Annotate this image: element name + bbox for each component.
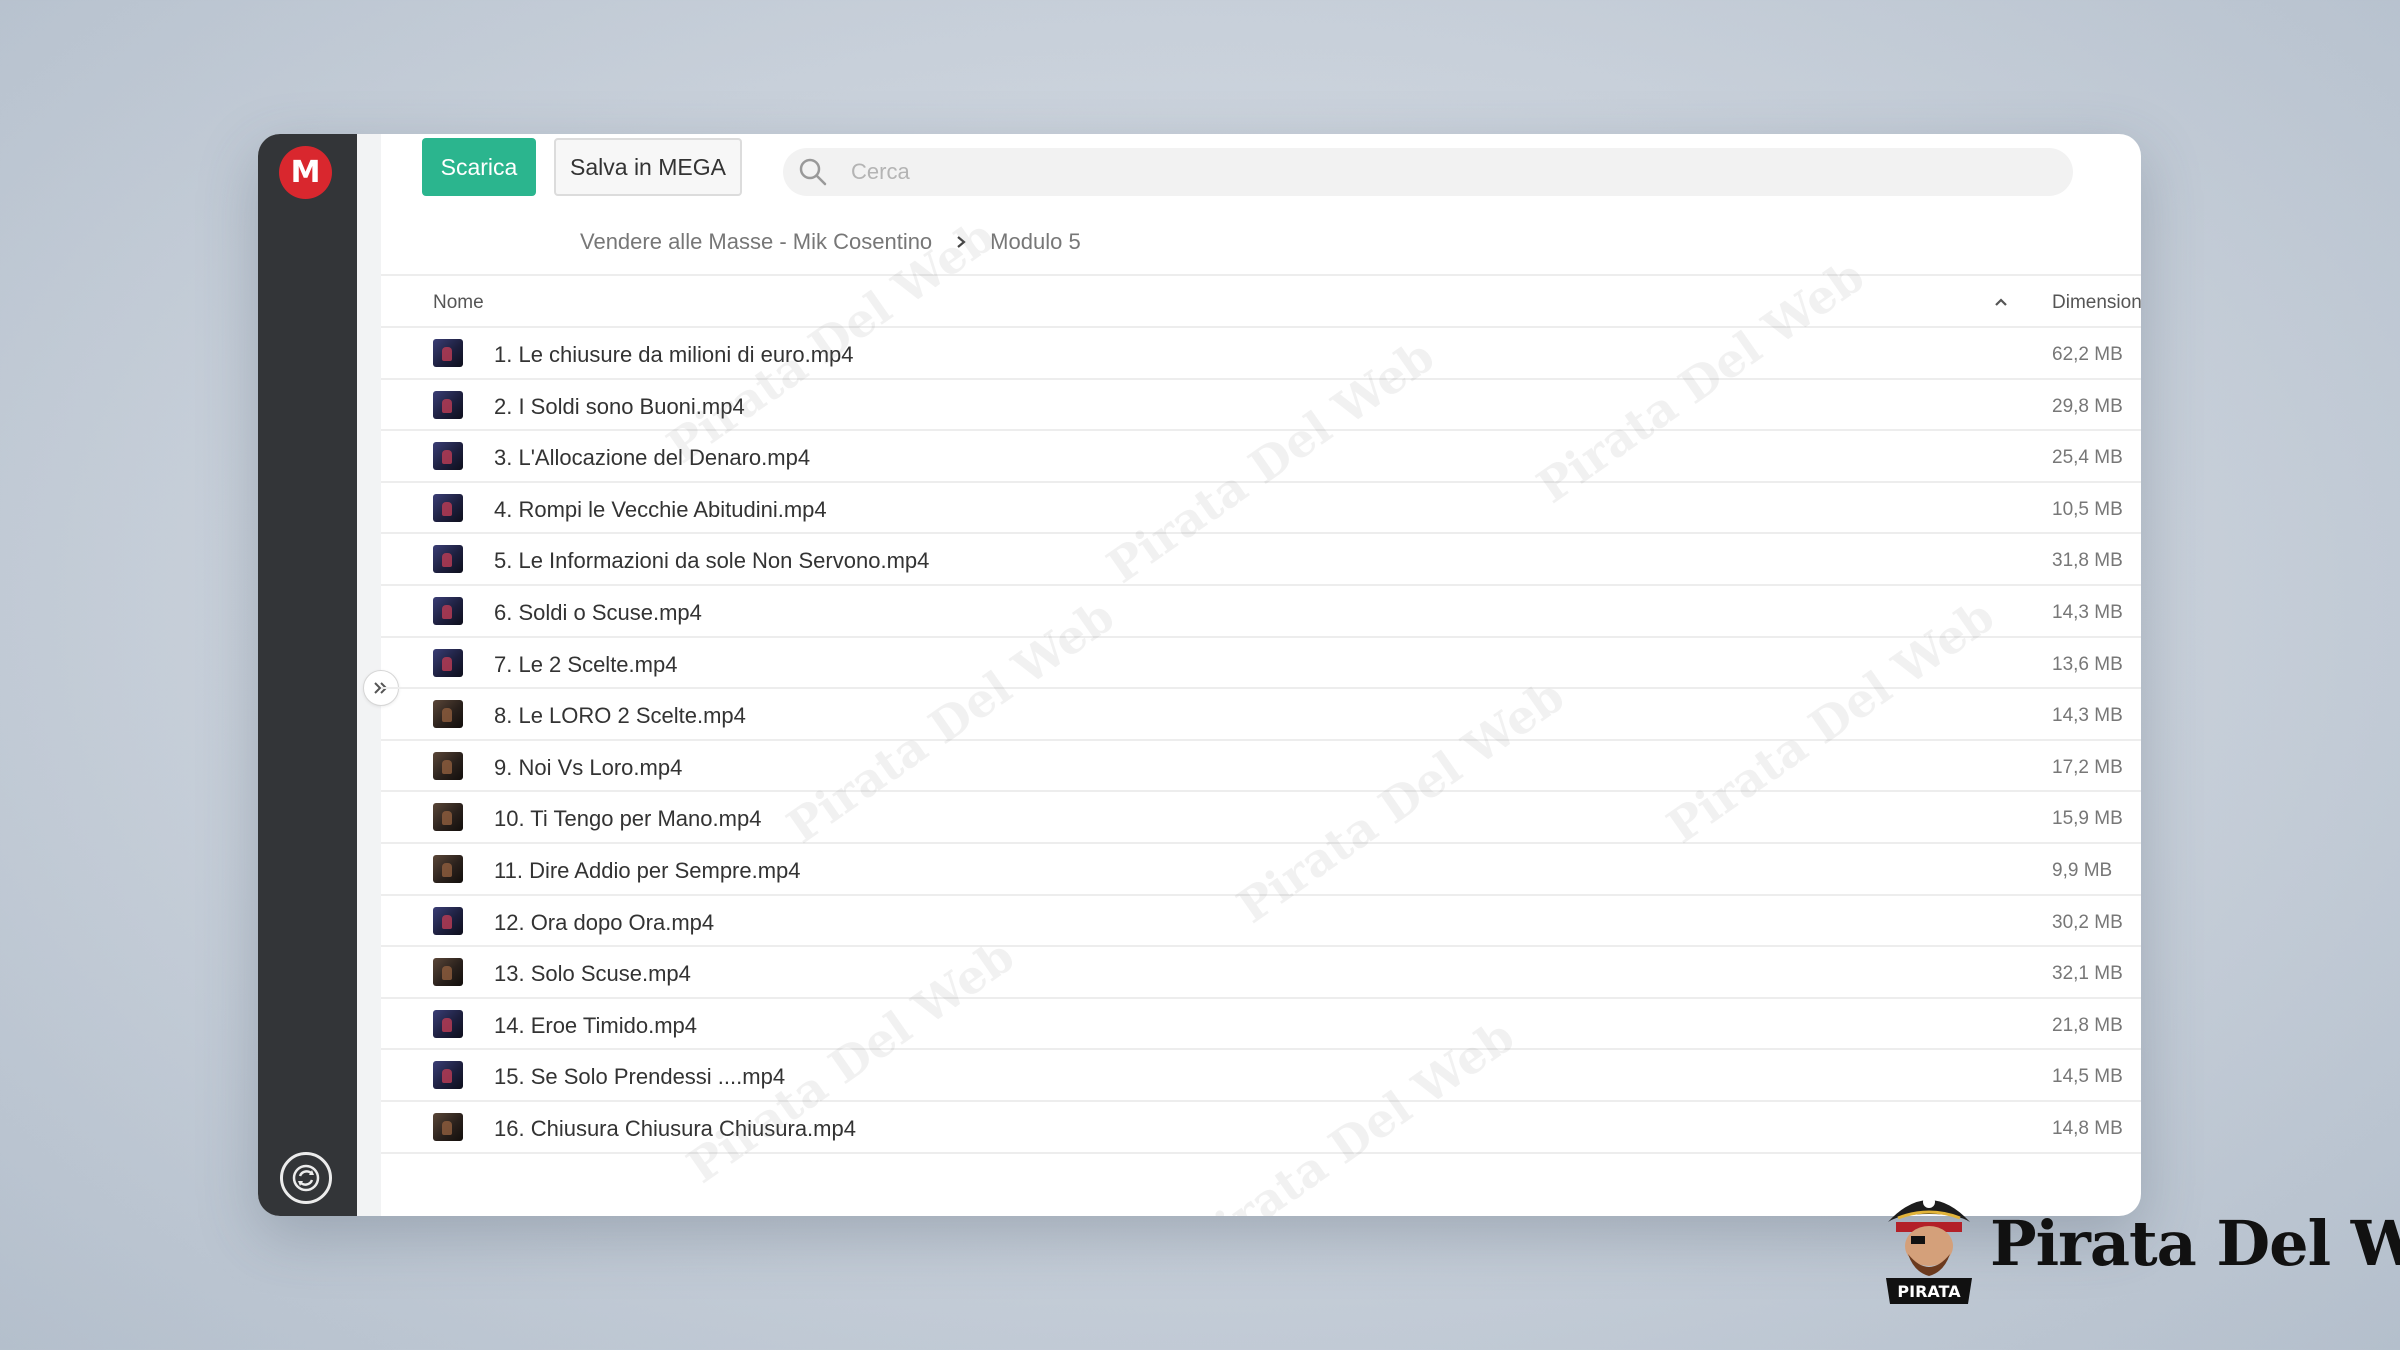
breadcrumb-current[interactable]: Modulo 5	[990, 229, 1081, 255]
table-row[interactable]: 11. Dire Addio per Sempre.mp4 9,9 MB Vid…	[381, 844, 2141, 896]
file-size: 10,5 MB	[2052, 498, 2123, 520]
mega-logo-icon[interactable]: M	[279, 146, 332, 199]
table-row[interactable]: 1. Le chiusure da milioni di euro.mp4 62…	[381, 328, 2141, 380]
brand-watermark-text: Pirata Del Web	[1990, 1207, 2400, 1280]
table-row[interactable]: 10. Ti Tengo per Mano.mp4 15,9 MB Video …	[381, 792, 2141, 844]
file-size: 13,6 MB	[2052, 653, 2123, 675]
file-name: 12. Ora dopo Ora.mp4	[494, 909, 715, 935]
file-name: 11. Dire Addio per Sempre.mp4	[494, 857, 801, 883]
file-name: 7. Le 2 Scelte.mp4	[494, 651, 678, 677]
file-size: 62,2 MB	[2052, 344, 2123, 365]
file-name: 3. L'Allocazione del Denaro.mp4	[494, 445, 811, 471]
video-thumbnail-icon	[433, 648, 463, 677]
file-size: 32,1 MB	[2052, 963, 2123, 985]
file-name: 4. Rompi le Vecchie Abitudini.mp4	[494, 496, 827, 522]
table-row[interactable]: 16. Chiusura Chiusura Chiusura.mp4 14,8 …	[381, 1102, 2141, 1154]
file-name: 2. I Soldi sono Buoni.mp4	[494, 393, 745, 419]
video-thumbnail-icon	[433, 906, 463, 935]
search-icon	[797, 156, 829, 188]
file-size: 14,8 MB	[2052, 1117, 2123, 1139]
video-thumbnail-icon	[433, 596, 463, 625]
video-thumbnail-icon	[433, 958, 463, 987]
chevron-up-icon[interactable]	[1991, 292, 2011, 312]
table-row[interactable]: 2. I Soldi sono Buoni.mp4 29,8 MB Video …	[381, 380, 2141, 432]
file-list: 1. Le chiusure da milioni di euro.mp4 62…	[381, 328, 2141, 1154]
pirate-logo-icon: PIRATA	[1886, 1196, 1972, 1304]
breadcrumb-parent[interactable]: Vendere alle Masse - Mik Cosentino	[580, 229, 932, 255]
video-thumbnail-icon	[433, 700, 463, 729]
column-header-name[interactable]: Nome	[433, 292, 484, 314]
column-header-size[interactable]: Dimensione	[2052, 292, 2141, 314]
video-thumbnail-icon	[433, 751, 463, 780]
video-thumbnail-icon	[433, 854, 463, 883]
file-size: 14,3 MB	[2052, 601, 2123, 623]
file-size: 14,3 MB	[2052, 705, 2123, 727]
table-row[interactable]: 4. Rompi le Vecchie Abitudini.mp4 10,5 M…	[381, 483, 2141, 535]
breadcrumb: Vendere alle Masse - Mik Cosentino Modul…	[580, 222, 1081, 262]
video-thumbnail-icon	[433, 339, 463, 367]
save-to-mega-button[interactable]: Salva in MEGA	[554, 138, 742, 196]
video-thumbnail-icon	[433, 390, 463, 419]
file-size: 9,9 MB	[2052, 859, 2113, 881]
video-thumbnail-icon	[433, 1112, 463, 1141]
search-bar[interactable]	[783, 148, 2073, 196]
file-size: 15,9 MB	[2052, 808, 2123, 830]
file-name: 1. Le chiusure da milioni di euro.mp4	[494, 342, 854, 367]
table-row[interactable]: 3. L'Allocazione del Denaro.mp4 25,4 MB …	[381, 431, 2141, 483]
file-name: 8. Le LORO 2 Scelte.mp4	[494, 703, 746, 729]
file-size: 14,5 MB	[2052, 1066, 2123, 1088]
sync-status-icon[interactable]	[280, 1152, 332, 1204]
video-thumbnail-icon	[433, 442, 463, 471]
chevron-right-icon	[954, 234, 968, 250]
file-size: 17,2 MB	[2052, 756, 2123, 778]
file-name: 6. Soldi o Scuse.mp4	[494, 599, 702, 625]
file-name: 15. Se Solo Prendessi ....mp4	[494, 1064, 786, 1090]
video-thumbnail-icon	[433, 1061, 463, 1090]
sidebar: M	[258, 134, 357, 1216]
file-size: 31,8 MB	[2052, 550, 2123, 572]
table-row[interactable]: 13. Solo Scuse.mp4 32,1 MB Video MPEG-4	[381, 947, 2141, 999]
video-thumbnail-icon	[433, 1009, 463, 1038]
file-name: 14. Eroe Timido.mp4	[494, 1012, 697, 1038]
download-button[interactable]: Scarica	[422, 138, 536, 196]
file-size: 30,2 MB	[2052, 911, 2123, 933]
file-size: 29,8 MB	[2052, 395, 2123, 417]
table-row[interactable]: 15. Se Solo Prendessi ....mp4 14,5 MB Vi…	[381, 1050, 2141, 1102]
table-row[interactable]: 8. Le LORO 2 Scelte.mp4 14,3 MB Video MP…	[381, 689, 2141, 741]
search-input[interactable]	[851, 148, 2051, 196]
file-name: 10. Ti Tengo per Mano.mp4	[494, 806, 762, 832]
video-thumbnail-icon	[433, 493, 463, 522]
table-row[interactable]: 12. Ora dopo Ora.mp4 30,2 MB Video MPEG-…	[381, 896, 2141, 948]
file-name: 9. Noi Vs Loro.mp4	[494, 754, 683, 780]
file-name: 16. Chiusura Chiusura Chiusura.mp4	[494, 1115, 856, 1141]
video-thumbnail-icon	[433, 545, 463, 574]
table-row[interactable]: 14. Eroe Timido.mp4 21,8 MB Video MPEG-4	[381, 999, 2141, 1051]
pirate-logo-caption: PIRATA	[1897, 1282, 1961, 1301]
file-name: 5. Le Informazioni da sole Non Servono.m…	[494, 548, 930, 574]
video-thumbnail-icon	[433, 803, 463, 832]
table-row[interactable]: 6. Soldi o Scuse.mp4 14,3 MB Video MPEG-…	[381, 586, 2141, 638]
file-name: 13. Solo Scuse.mp4	[494, 961, 691, 987]
table-row[interactable]: 7. Le 2 Scelte.mp4 13,6 MB Video MPEG-4	[381, 638, 2141, 690]
mega-window: M Scarica Salva in MEGA Vend	[258, 134, 2141, 1216]
file-size: 25,4 MB	[2052, 447, 2123, 469]
table-row[interactable]: 5. Le Informazioni da sole Non Servono.m…	[381, 534, 2141, 586]
file-size: 21,8 MB	[2052, 1014, 2123, 1036]
table-row[interactable]: 9. Noi Vs Loro.mp4 17,2 MB Video MPEG-4	[381, 741, 2141, 793]
table-header: Nome Dimensione Tipo	[381, 276, 2141, 328]
